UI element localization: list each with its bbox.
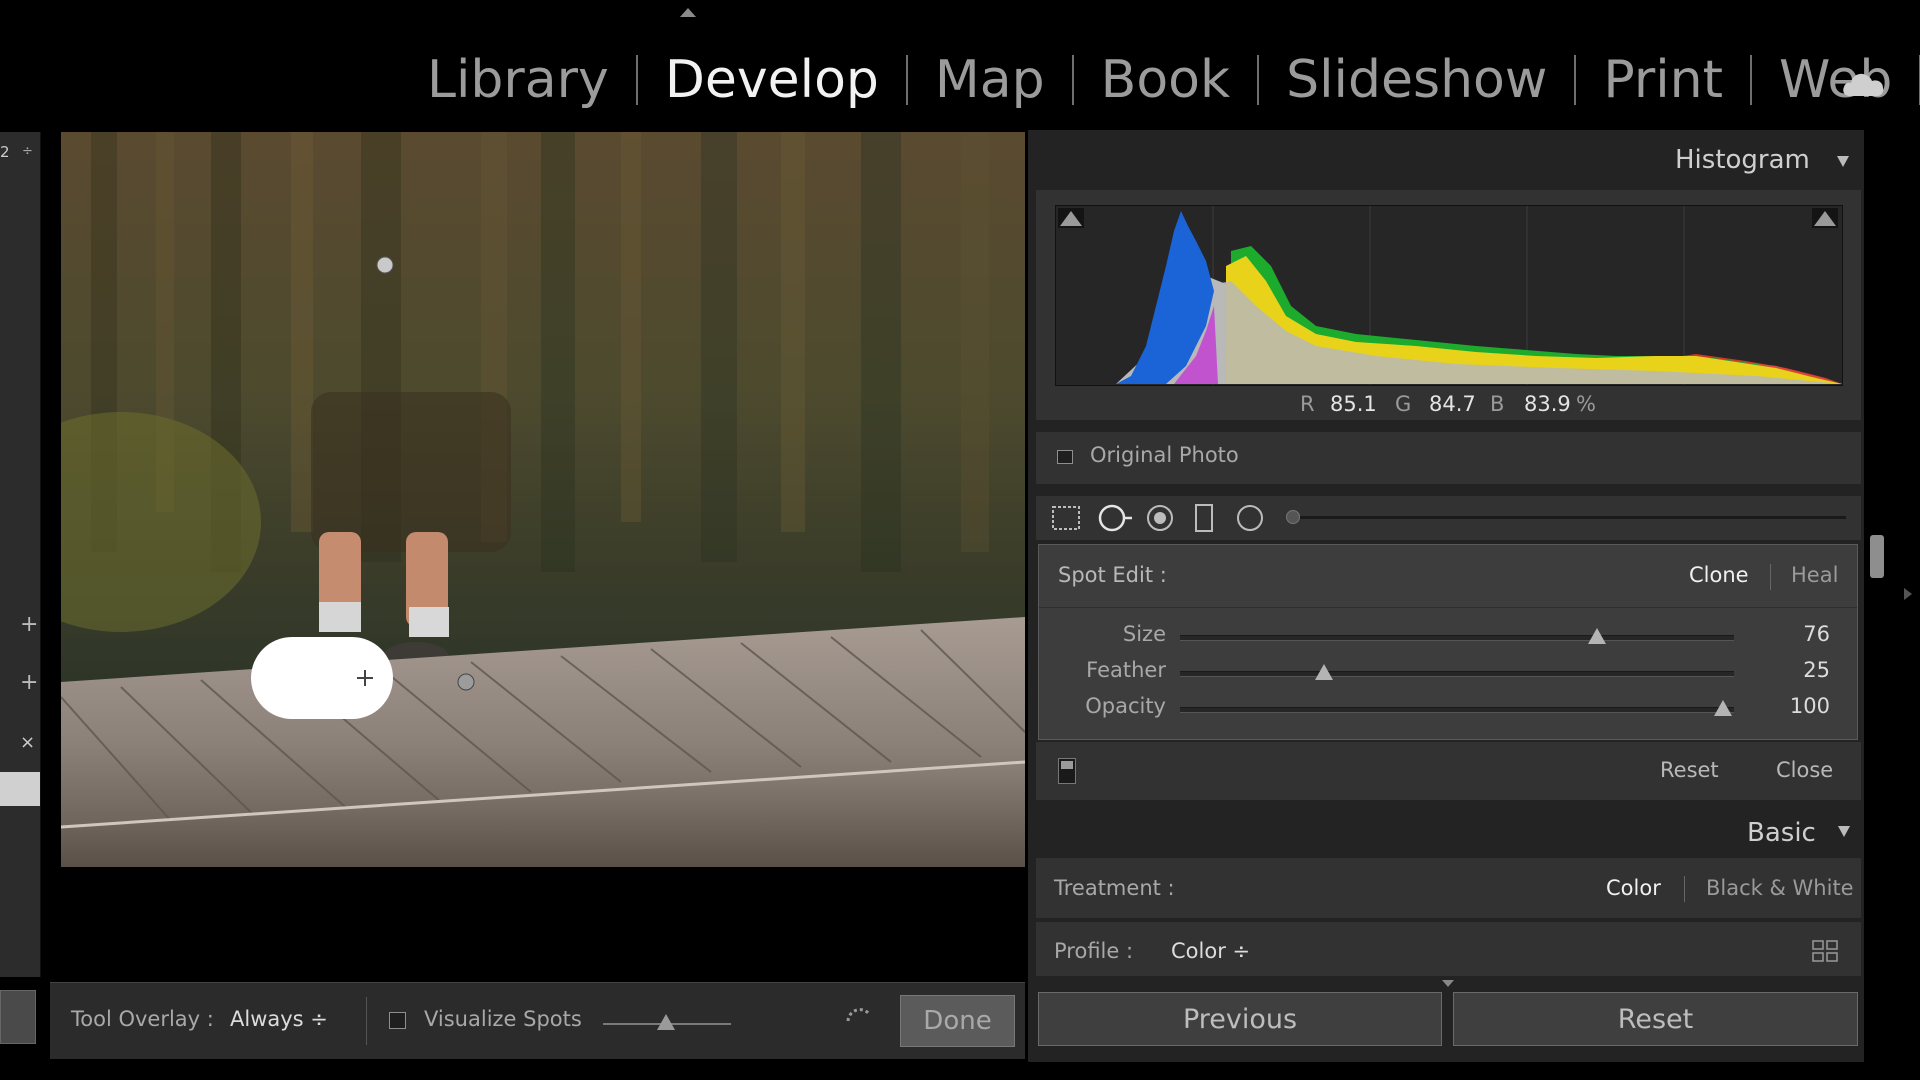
- left-panel-number: 2: [0, 143, 10, 161]
- rgb-b-label: B: [1490, 392, 1505, 416]
- visualize-spots-checkbox[interactable]: [389, 1012, 406, 1029]
- treatment-color-button[interactable]: Color: [1606, 876, 1661, 900]
- adjustment-brush-handle[interactable]: [1286, 510, 1300, 524]
- rgb-percent-label: %: [1576, 392, 1596, 416]
- original-photo-label: Original Photo: [1090, 443, 1239, 467]
- basic-collapse-icon[interactable]: [1838, 826, 1850, 837]
- visualize-spots-label: Visualize Spots: [424, 1007, 582, 1031]
- rgb-r-label: R: [1300, 392, 1315, 416]
- spot-size-value[interactable]: 76: [1803, 622, 1830, 646]
- crop-overlay-icon[interactable]: [1050, 504, 1082, 532]
- histogram-graph[interactable]: [1055, 205, 1843, 386]
- profile-select[interactable]: Color ÷: [1171, 939, 1250, 963]
- close-icon[interactable]: ×: [20, 732, 35, 753]
- spot-reset-row: [1036, 742, 1861, 800]
- tool-overlay-label: Tool Overlay :: [71, 1007, 214, 1031]
- collapse-top-panel-icon[interactable]: [680, 8, 696, 17]
- spot-close-button[interactable]: Close: [1776, 758, 1833, 782]
- right-panel-scrollbar[interactable]: [1870, 535, 1884, 578]
- toolbar-separator: [366, 997, 367, 1045]
- adjustment-brush-track[interactable]: [1290, 516, 1846, 519]
- module-library[interactable]: Library: [400, 50, 636, 110]
- module-book[interactable]: Book: [1074, 50, 1257, 110]
- treatment-bw-button[interactable]: Black & White: [1706, 876, 1854, 900]
- spot-removal-icon[interactable]: [1096, 502, 1134, 534]
- graduated-filter-icon[interactable]: [1192, 502, 1216, 534]
- spot-feather-label: Feather: [1086, 658, 1166, 682]
- module-picker: Library Develop Map Book Slideshow Print…: [400, 40, 1920, 120]
- left-panel-stepper-icon[interactable]: ÷: [22, 144, 33, 159]
- photo-image: [61, 132, 1025, 867]
- spot-opacity-slider-thumb[interactable]: [1713, 700, 1732, 716]
- profile-row: [1036, 922, 1861, 976]
- spot-feather-slider[interactable]: [1180, 671, 1734, 677]
- module-develop[interactable]: Develop: [638, 50, 906, 110]
- spot-size-slider[interactable]: [1180, 635, 1734, 641]
- basic-panel-title[interactable]: Basic: [1747, 818, 1816, 848]
- spot-feather-value[interactable]: 25: [1803, 658, 1830, 682]
- panel-more-indicator-icon: [1442, 980, 1454, 987]
- develop-toolbar: Tool Overlay : Always ÷ Visualize Spots …: [50, 982, 1025, 1059]
- photo-canvas[interactable]: [61, 132, 1025, 867]
- spot-opacity-value[interactable]: 100: [1790, 694, 1830, 718]
- original-photo-checkbox[interactable]: [1057, 450, 1073, 464]
- profile-label: Profile :: [1054, 939, 1134, 963]
- rgb-r-value: 85.1: [1330, 392, 1377, 416]
- add-snapshot-icon[interactable]: +: [20, 670, 38, 695]
- module-slideshow[interactable]: Slideshow: [1259, 50, 1574, 110]
- selected-history-item[interactable]: [0, 772, 40, 806]
- left-panel-strip: [0, 132, 41, 977]
- treatment-separator: [1684, 876, 1685, 902]
- tool-switch-icon[interactable]: [1058, 758, 1076, 784]
- rgb-g-value: 84.7: [1429, 392, 1476, 416]
- spot-opacity-label: Opacity: [1085, 694, 1166, 718]
- clone-mode-button[interactable]: Clone: [1689, 563, 1749, 587]
- tool-overlay-select[interactable]: Always ÷: [230, 1007, 328, 1031]
- cloud-sync-icon[interactable]: [1842, 64, 1886, 100]
- profile-browser-icon[interactable]: [1812, 940, 1838, 962]
- previous-button[interactable]: Previous: [1038, 992, 1442, 1046]
- spot-edit-label: Spot Edit :: [1058, 563, 1167, 587]
- spot-size-slider-thumb[interactable]: [1588, 628, 1607, 644]
- spot-size-label: Size: [1122, 622, 1166, 646]
- module-print[interactable]: Print: [1576, 50, 1750, 110]
- visualize-spots-slider-thumb[interactable]: [657, 1014, 675, 1030]
- spot-opacity-slider[interactable]: [1180, 707, 1734, 713]
- mode-separator: [1770, 564, 1771, 590]
- rgb-b-value: 83.9: [1524, 392, 1571, 416]
- spot-reset-button[interactable]: Reset: [1660, 758, 1719, 782]
- done-button[interactable]: Done: [900, 995, 1015, 1047]
- left-panel-button[interactable]: [0, 990, 36, 1044]
- histogram-collapse-icon[interactable]: [1837, 156, 1849, 167]
- collapse-right-panel-icon[interactable]: [1904, 588, 1912, 600]
- radial-filter-icon[interactable]: [1234, 502, 1266, 534]
- histogram-title[interactable]: Histogram: [1675, 145, 1810, 175]
- heal-mode-button[interactable]: Heal: [1791, 563, 1838, 587]
- treatment-label: Treatment :: [1054, 876, 1175, 900]
- module-web[interactable]: Web: [1752, 50, 1919, 110]
- rgb-g-label: G: [1395, 392, 1412, 416]
- reset-button[interactable]: Reset: [1453, 992, 1858, 1046]
- module-map[interactable]: Map: [908, 50, 1072, 110]
- red-eye-icon[interactable]: [1144, 502, 1176, 534]
- add-preset-icon[interactable]: +: [20, 612, 38, 637]
- histogram-plot: [1058, 206, 1842, 385]
- loading-spinner-icon: [846, 1008, 872, 1022]
- spot-feather-slider-thumb[interactable]: [1315, 664, 1334, 680]
